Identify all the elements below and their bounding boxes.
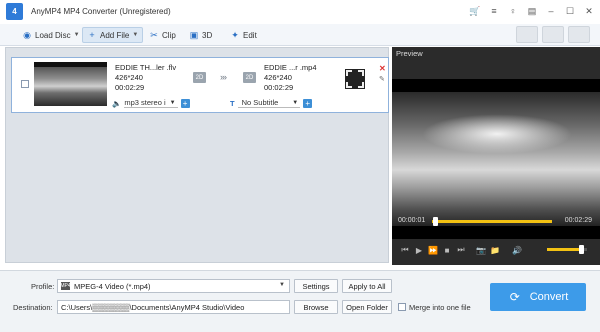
source-2d-badge: 2D <box>193 72 206 83</box>
convert-refresh-icon: ⟳ <box>509 290 520 304</box>
3d-icon: ▣ <box>189 29 199 40</box>
chevron-down-icon: ▼ <box>279 282 285 288</box>
clip-button[interactable]: ✂ Clip <box>145 27 180 43</box>
merge-label: Merge into one file <box>409 303 471 312</box>
subtitle-dropdown[interactable]: No Subtitle ▼ <box>237 98 301 108</box>
window-controls: 🛒 ≡ ♀ ▤ – ☐ ✕ <box>469 5 594 17</box>
preview-label: Preview <box>396 49 423 58</box>
scissors-icon: ✂ <box>150 29 158 40</box>
chevron-down-icon: ▼ <box>73 32 80 38</box>
maximize-icon[interactable]: ☐ <box>565 5 575 17</box>
aspect-ratio-buttons <box>516 26 590 43</box>
close-icon[interactable]: ✕ <box>584 5 594 17</box>
fast-forward-icon[interactable]: ⏩ <box>426 243 440 257</box>
main-toolbar: ◉ Load Disc ▼ + Add File ▼ ✂ Clip ▣ 3D ✦… <box>0 24 600 46</box>
stop-icon[interactable]: ■ <box>440 243 454 257</box>
profile-value: MPEG-4 Video (*.mp4) <box>74 281 151 291</box>
source-info: EDDIE TH...ler .flv 426*240 00:02:29 <box>115 63 176 93</box>
next-icon[interactable]: ⏭ <box>454 243 468 257</box>
apply-to-all-button[interactable]: Apply to All <box>342 279 392 293</box>
subtitle-value: No Subtitle <box>241 98 279 107</box>
volume-icon[interactable]: 🔊 <box>510 243 524 257</box>
subtitle-icon: T <box>230 98 235 108</box>
open-folder-button[interactable]: Open Folder <box>342 300 392 314</box>
3d-label: 3D <box>202 30 213 40</box>
speaker-icon: 🔈 <box>112 98 122 108</box>
profile-label: Profile: <box>31 282 55 291</box>
edit-label: Edit <box>243 30 257 40</box>
audio-track-value: mp3 stereo i <box>124 98 166 107</box>
destination-field[interactable]: C:\Users\▒▒▒▒▒▒▒\Documents\AnyMP4 Studio… <box>57 300 290 314</box>
output-2d-badge: 2D <box>243 72 256 83</box>
video-frame <box>392 79 600 239</box>
source-filename: EDDIE TH...ler .flv <box>115 63 177 72</box>
profile-dropdown[interactable]: MP4 MPEG-4 Video (*.mp4) ▼ <box>57 279 290 293</box>
folder-icon[interactable]: 📁 <box>488 243 502 257</box>
output-info: EDDIE ...r .mp4 426*240 00:02:29 <box>264 63 317 93</box>
source-duration: 00:02:29 <box>115 83 145 92</box>
audio-track-dropdown[interactable]: mp3 stereo i ▼ <box>124 98 178 108</box>
play-icon[interactable]: ▶ <box>412 243 426 257</box>
volume-level <box>547 248 581 251</box>
file-row[interactable]: EDDIE TH...ler .flv 426*240 00:02:29 2D … <box>11 57 389 113</box>
chevron-down-icon: ▼ <box>132 32 139 38</box>
output-settings-bar: Profile: MP4 MPEG-4 Video (*.mp4) ▼ Sett… <box>0 270 600 332</box>
minimize-icon[interactable]: – <box>546 5 556 17</box>
disc-icon: ◉ <box>23 29 31 40</box>
seek-progress <box>432 220 552 223</box>
window-title: AnyMP4 MP4 Converter (Unregistered) <box>31 7 171 16</box>
preview-panel: Preview 00:00:01 00:02:29 ⏮ ▶ ⏩ ■ ⏭ 📷 📁 … <box>392 47 600 265</box>
previous-icon[interactable]: ⏮ <box>398 243 412 257</box>
current-time: 00:00:01 <box>398 217 426 224</box>
add-file-label: Add File <box>100 30 130 40</box>
snapshot-icon[interactable]: 📷 <box>474 243 488 257</box>
convert-label: Convert <box>529 291 569 303</box>
app-logo: 4 <box>6 3 23 20</box>
audio-track-row: 🔈 mp3 stereo i ▼ + <box>112 98 190 108</box>
subtitle-row: T No Subtitle ▼ + <box>230 98 313 108</box>
chevron-down-icon: ▼ <box>292 99 299 106</box>
edit-button[interactable]: ✦ Edit <box>226 27 261 43</box>
output-resolution: 426*240 <box>264 73 292 82</box>
mp4-format-icon: MP4 <box>60 282 71 290</box>
menu-icon[interactable]: ≡ <box>489 5 499 17</box>
3d-button[interactable]: ▣ 3D <box>185 27 216 43</box>
ratio-button-2[interactable] <box>542 26 564 43</box>
load-disc-label: Load Disc <box>35 30 71 40</box>
seek-bar[interactable] <box>432 220 552 223</box>
source-resolution: 426*240 <box>115 73 143 82</box>
load-disc-button[interactable]: ◉ Load Disc ▼ <box>18 27 84 43</box>
magic-wand-icon: ✦ <box>231 29 239 40</box>
register-icon[interactable]: ▤ <box>527 5 537 17</box>
settings-button[interactable]: Settings <box>294 279 338 293</box>
cart-icon[interactable]: 🛒 <box>469 5 480 17</box>
convert-arrows-icon: ››› <box>220 72 227 82</box>
file-checkbox[interactable] <box>21 80 29 88</box>
add-file-button[interactable]: + Add File ▼ <box>82 27 144 43</box>
ratio-button-1[interactable] <box>516 26 538 43</box>
title-bar: 4 AnyMP4 MP4 Converter (Unregistered) 🛒 … <box>0 0 600 24</box>
add-file-icon: + <box>89 30 95 40</box>
merge-checkbox[interactable] <box>398 303 406 311</box>
chevron-down-icon: ▼ <box>169 99 176 106</box>
browse-button[interactable]: Browse <box>294 300 338 314</box>
video-image <box>392 92 600 226</box>
seek-handle[interactable] <box>433 217 439 226</box>
volume-handle[interactable] <box>579 245 584 254</box>
ratio-button-3[interactable] <box>568 26 590 43</box>
add-subtitle-button[interactable]: + <box>303 98 313 108</box>
destination-label: Destination: <box>13 303 53 312</box>
add-audio-button[interactable]: + <box>180 98 190 108</box>
file-list: EDDIE TH...ler .flv 426*240 00:02:29 2D … <box>5 47 389 263</box>
film-icon[interactable] <box>345 69 365 89</box>
remove-file-icon[interactable]: ✕ <box>379 64 386 73</box>
output-filename: EDDIE ...r .mp4 <box>264 63 317 72</box>
video-thumbnail <box>34 62 107 106</box>
key-icon[interactable]: ♀ <box>508 5 518 17</box>
convert-button[interactable]: ⟳ Convert <box>490 283 586 311</box>
output-duration: 00:02:29 <box>264 83 294 92</box>
edit-file-icon[interactable]: ✎ <box>379 75 385 83</box>
clip-label: Clip <box>162 30 176 40</box>
total-time: 00:02:29 <box>564 217 592 224</box>
